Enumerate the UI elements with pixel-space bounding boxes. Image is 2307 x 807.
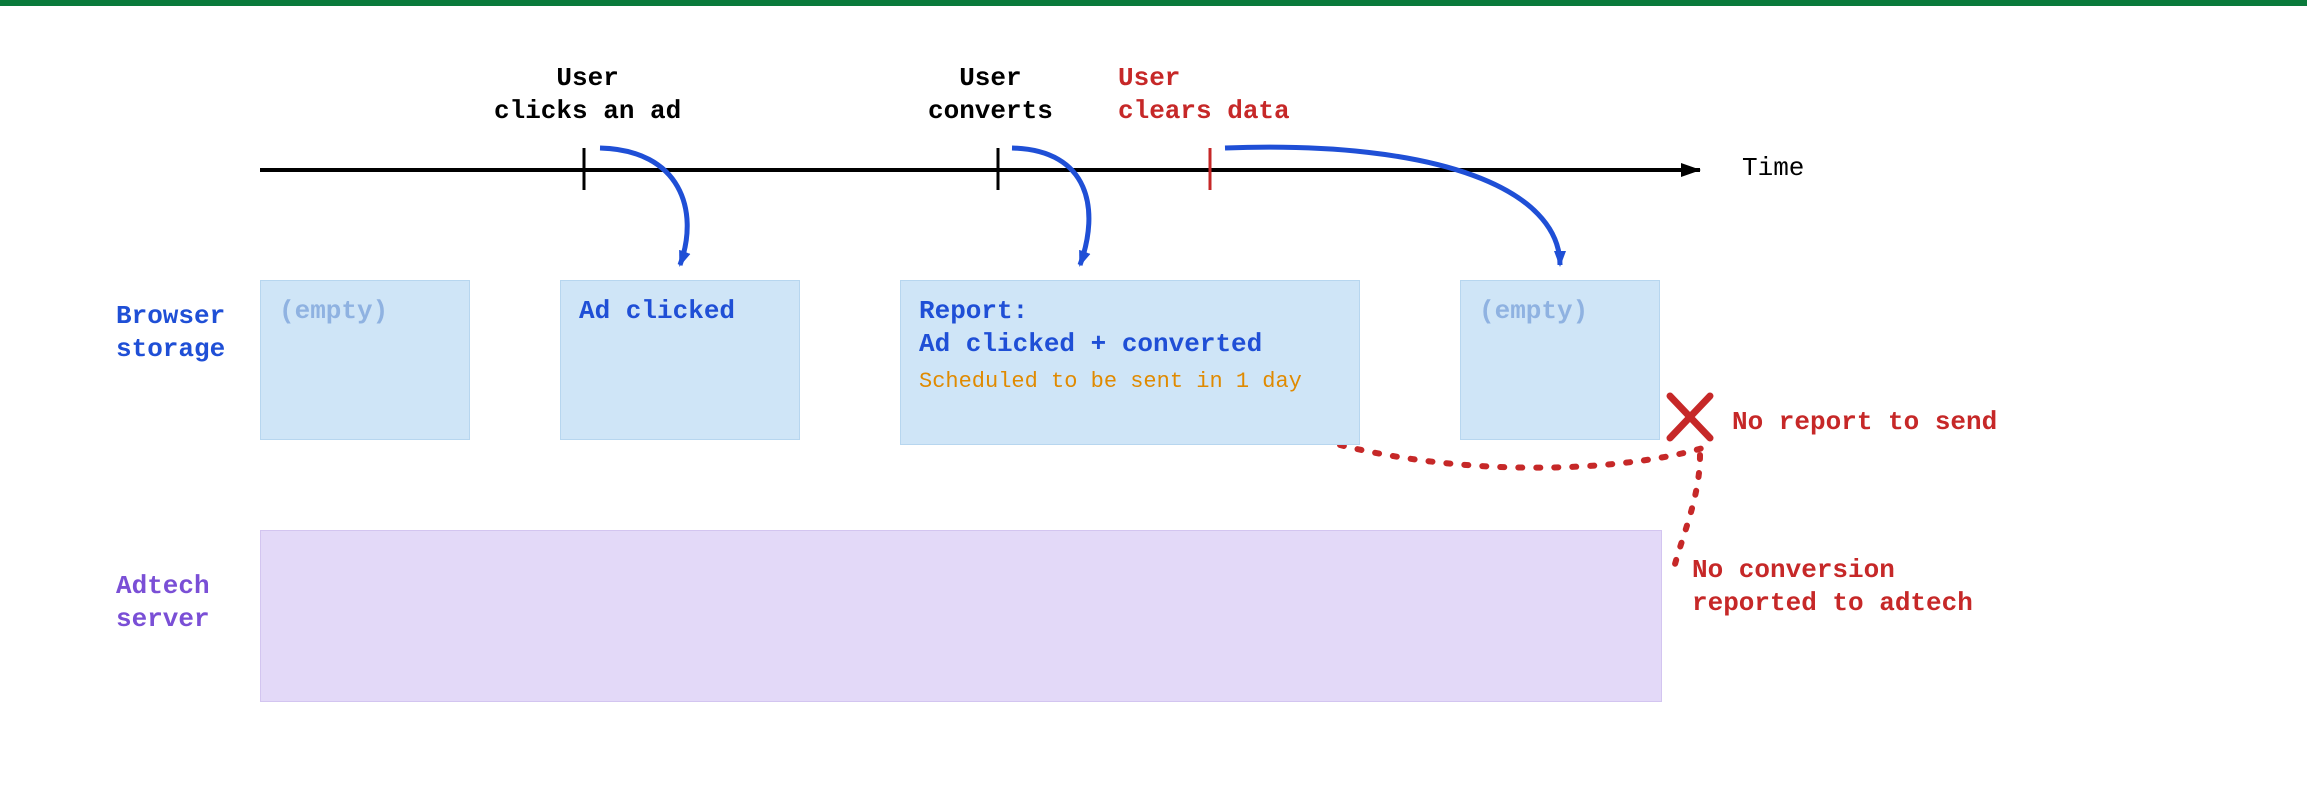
storage-box-empty-2: (empty) [1460, 280, 1660, 440]
storage-box-report-sched: Scheduled to be sent in 1 day [919, 368, 1341, 396]
row-label-browser-storage: Browser storage [116, 300, 225, 365]
arrow-clear-to-box [1225, 147, 1560, 265]
arrow-click-to-box [600, 148, 687, 265]
axis-label-time: Time [1742, 152, 1804, 185]
error-no-conversion: No conversion reported to adtech [1692, 554, 1973, 619]
dotted-path-segment-1 [1340, 445, 1712, 468]
error-no-report: No report to send [1732, 406, 1997, 439]
event-clears: User clears data [1118, 62, 1290, 127]
row-label-adtech-server: Adtech server [116, 570, 210, 635]
storage-box-report-title: Report: [919, 295, 1341, 328]
storage-box-ad-clicked: Ad clicked [560, 280, 800, 440]
storage-box-empty-2-text: (empty) [1479, 296, 1588, 326]
event-click-ad: User clicks an ad [494, 62, 681, 127]
storage-box-empty-1-text: (empty) [279, 296, 388, 326]
diagram-stage: Time User clicks an ad User converts Use… [0, 0, 2307, 807]
adtech-server-box [260, 530, 1662, 702]
event-converts: User converts [928, 62, 1053, 127]
x-icon [1670, 396, 1710, 438]
storage-box-ad-clicked-text: Ad clicked [579, 296, 735, 326]
storage-box-empty-1: (empty) [260, 280, 470, 440]
page-top-strip [0, 0, 2307, 6]
arrow-convert-to-box [1012, 148, 1089, 265]
storage-box-report: Report: Ad clicked + converted Scheduled… [900, 280, 1360, 445]
storage-box-report-body: Ad clicked + converted [919, 328, 1341, 361]
